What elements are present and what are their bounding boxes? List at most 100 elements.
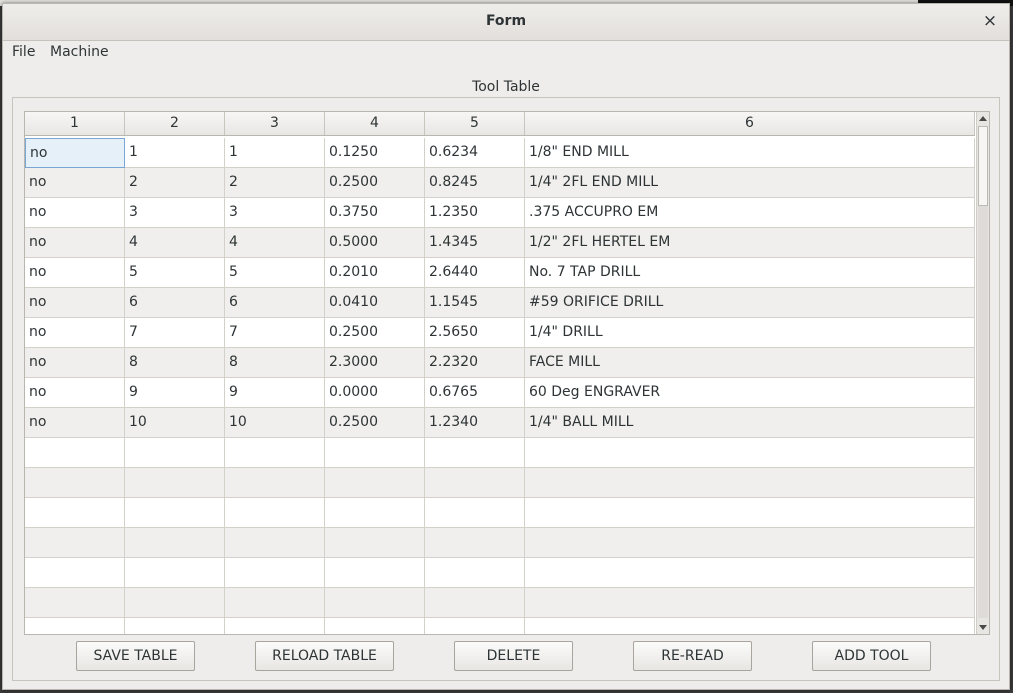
table-cell[interactable]: no (25, 348, 125, 378)
table-cell[interactable] (425, 618, 525, 634)
table-cell[interactable]: 0.2500 (325, 168, 425, 198)
table-cell[interactable]: 6 (125, 288, 225, 318)
table-cell[interactable]: FACE MILL (525, 348, 975, 378)
table-cell[interactable]: 0.0410 (325, 288, 425, 318)
table-cell[interactable]: 2 (225, 168, 325, 198)
table-cell[interactable]: 8 (225, 348, 325, 378)
table-cell[interactable]: 0.6765 (425, 378, 525, 408)
table-cell[interactable]: 5 (125, 258, 225, 288)
table-cell[interactable]: no (25, 198, 125, 228)
table-row[interactable]: no 2 2 0.2500 0.8245 1/4" 2FL END MILL (25, 168, 975, 198)
table-cell[interactable] (125, 528, 225, 558)
table-row[interactable]: no 4 4 0.5000 1.4345 1/2" 2FL HERTEL EM (25, 228, 975, 258)
table-cell[interactable] (425, 528, 525, 558)
table-cell[interactable]: 1.2340 (425, 408, 525, 438)
table-cell[interactable]: 1 (125, 138, 225, 168)
table-cell[interactable] (425, 438, 525, 468)
table-cell[interactable]: 9 (225, 378, 325, 408)
table-cell[interactable] (25, 588, 125, 618)
table-cell[interactable] (25, 618, 125, 634)
table-cell[interactable] (425, 588, 525, 618)
table-cell[interactable] (225, 498, 325, 528)
column-header[interactable]: 2 (125, 112, 225, 135)
table-cell[interactable]: no (25, 378, 125, 408)
table-cell[interactable] (25, 558, 125, 588)
table-row[interactable] (25, 528, 975, 558)
table-row[interactable] (25, 588, 975, 618)
table-cell[interactable]: 3 (225, 198, 325, 228)
table-cell[interactable]: 10 (225, 408, 325, 438)
table-cell[interactable] (225, 468, 325, 498)
table-cell[interactable]: 2.5650 (425, 318, 525, 348)
table-cell[interactable]: 2.3000 (325, 348, 425, 378)
table-cell[interactable] (325, 438, 425, 468)
table-cell[interactable] (225, 618, 325, 634)
table-cell[interactable]: 6 (225, 288, 325, 318)
table-cell[interactable]: 0.8245 (425, 168, 525, 198)
table-row[interactable]: no 8 8 2.3000 2.2320 FACE MILL (25, 348, 975, 378)
table-cell[interactable]: 0.2500 (325, 408, 425, 438)
table-cell[interactable] (325, 468, 425, 498)
table-cell[interactable]: no (25, 228, 125, 258)
table-cell[interactable] (525, 468, 975, 498)
table-cell[interactable] (25, 528, 125, 558)
table-cell[interactable] (125, 468, 225, 498)
table-cell[interactable] (25, 498, 125, 528)
table-cell[interactable]: 9 (125, 378, 225, 408)
table-cell[interactable]: 2 (125, 168, 225, 198)
table-cell[interactable]: 0.0000 (325, 378, 425, 408)
table-cell[interactable] (325, 588, 425, 618)
table-cell[interactable] (225, 528, 325, 558)
table-cell[interactable]: 1.1545 (425, 288, 525, 318)
table-cell[interactable]: no (25, 168, 125, 198)
table-cell[interactable]: 1.4345 (425, 228, 525, 258)
column-header[interactable]: 1 (25, 112, 125, 135)
table-row[interactable] (25, 438, 975, 468)
reload-table-button[interactable]: RELOAD TABLE (255, 641, 394, 671)
table-cell[interactable]: no (25, 138, 125, 168)
table-cell[interactable]: no (25, 318, 125, 348)
table-cell[interactable]: 3 (125, 198, 225, 228)
table-cell[interactable] (525, 498, 975, 528)
delete-button[interactable]: DELETE (454, 641, 573, 671)
table-cell[interactable] (125, 618, 225, 634)
table-cell[interactable] (25, 468, 125, 498)
table-cell[interactable] (225, 588, 325, 618)
re-read-button[interactable]: RE-READ (633, 641, 752, 671)
table-cell[interactable]: 4 (225, 228, 325, 258)
save-table-button[interactable]: SAVE TABLE (76, 641, 195, 671)
table-row[interactable] (25, 468, 975, 498)
table-cell[interactable]: no (25, 408, 125, 438)
tool-table[interactable]: 123456 no 1 1 0.1250 0.6234 1/8" END MILL no 2 2… (24, 111, 990, 635)
table-cell[interactable]: #59 ORIFICE DRILL (525, 288, 975, 318)
table-cell[interactable]: no (25, 288, 125, 318)
table-row[interactable]: no 9 9 0.0000 0.6765 60 Deg ENGRAVER (25, 378, 975, 408)
table-cell[interactable]: 0.2010 (325, 258, 425, 288)
table-cell[interactable]: 0.5000 (325, 228, 425, 258)
table-cell[interactable] (125, 498, 225, 528)
table-cell[interactable] (525, 618, 975, 634)
menu-machine[interactable]: Machine (50, 44, 109, 60)
table-row[interactable] (25, 618, 975, 634)
table-cell[interactable]: 0.6234 (425, 138, 525, 168)
table-cell[interactable]: 1.2350 (425, 198, 525, 228)
table-cell[interactable]: 1/4" 2FL END MILL (525, 168, 975, 198)
table-cell[interactable]: 2.6440 (425, 258, 525, 288)
table-cell[interactable] (325, 618, 425, 634)
add-tool-button[interactable]: ADD TOOL (812, 641, 931, 671)
table-cell[interactable] (25, 438, 125, 468)
menu-file[interactable]: File (12, 44, 35, 60)
table-cell[interactable] (425, 468, 525, 498)
table-cell[interactable] (225, 438, 325, 468)
table-cell[interactable] (525, 528, 975, 558)
table-cell[interactable]: 1 (225, 138, 325, 168)
table-cell[interactable] (125, 438, 225, 468)
table-cell[interactable]: 0.3750 (325, 198, 425, 228)
table-cell[interactable] (425, 558, 525, 588)
table-cell[interactable]: 1/8" END MILL (525, 138, 975, 168)
table-cell[interactable]: 10 (125, 408, 225, 438)
scrollbar-thumb[interactable] (978, 126, 988, 206)
table-cell[interactable]: 2.2320 (425, 348, 525, 378)
table-cell[interactable] (325, 558, 425, 588)
table-cell[interactable]: 7 (125, 318, 225, 348)
